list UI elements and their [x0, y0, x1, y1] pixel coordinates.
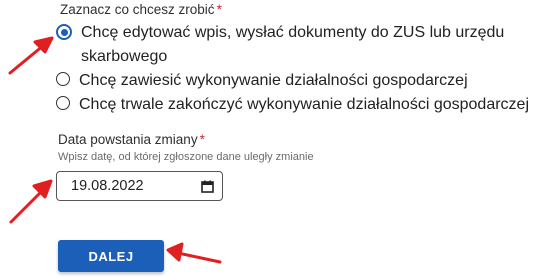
- red-arrow-icon: [8, 36, 222, 264]
